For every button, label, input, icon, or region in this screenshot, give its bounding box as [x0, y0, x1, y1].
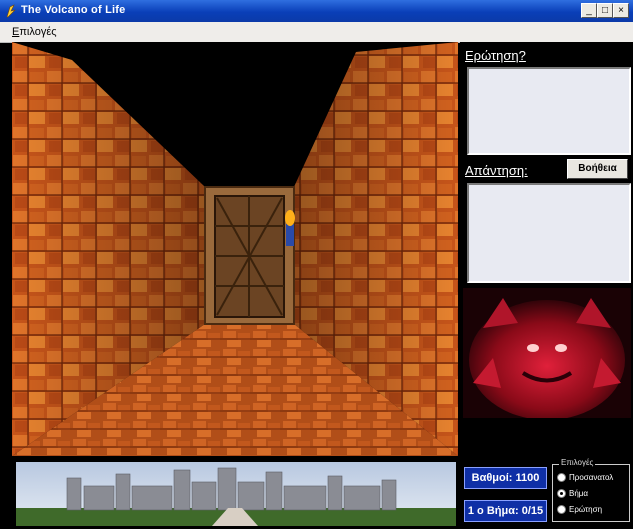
torch	[286, 224, 294, 246]
side-panel: Ερώτηση? Απάντηση: Βοήθεια Βαθμοί: 1100 …	[460, 42, 633, 529]
options-group: Επιλογές Προσανατολ Βήμα Ερώτηση	[552, 458, 630, 522]
minimize-button[interactable]: _	[581, 3, 597, 18]
radio-icon[interactable]	[557, 473, 566, 482]
corridor-scene	[12, 42, 458, 456]
answer-box[interactable]	[467, 183, 631, 283]
castle-image	[16, 462, 456, 526]
game-viewport[interactable]	[12, 42, 458, 456]
option-orientation[interactable]: Προσανατολ	[557, 473, 613, 482]
option-step[interactable]: Βήμα	[557, 489, 588, 498]
title-bar: The Volcano of Life _ □ ×	[0, 0, 633, 22]
menu-bar: Επιλογές	[0, 22, 633, 43]
options-legend: Επιλογές	[559, 458, 596, 467]
answer-label: Απάντηση:	[465, 163, 528, 178]
window-title: The Volcano of Life	[21, 4, 126, 16]
option-question[interactable]: Ερώτηση	[557, 505, 602, 514]
maximize-button[interactable]: □	[597, 3, 613, 18]
demon-image	[463, 288, 631, 418]
level-display: 1 ο Βήμα: 0/15	[464, 500, 547, 522]
score-display: Βαθμοί: 1100	[464, 467, 547, 489]
menu-options[interactable]: Επιλογές	[12, 26, 57, 38]
help-button[interactable]: Βοήθεια	[567, 159, 628, 179]
option-label: Προσανατολ	[569, 473, 614, 482]
option-label: Ερώτηση	[569, 505, 603, 514]
radio-selected-icon[interactable]	[557, 489, 566, 498]
app-icon	[6, 4, 16, 18]
close-button[interactable]: ×	[613, 3, 629, 18]
radio-icon[interactable]	[557, 505, 566, 514]
game-window: The Volcano of Life _ □ × Επιλογές Ερώτη…	[0, 0, 633, 529]
question-label: Ερώτηση?	[465, 48, 526, 63]
castle-panorama	[12, 456, 458, 529]
option-label: Βήμα	[569, 489, 589, 498]
question-box[interactable]	[467, 67, 631, 155]
